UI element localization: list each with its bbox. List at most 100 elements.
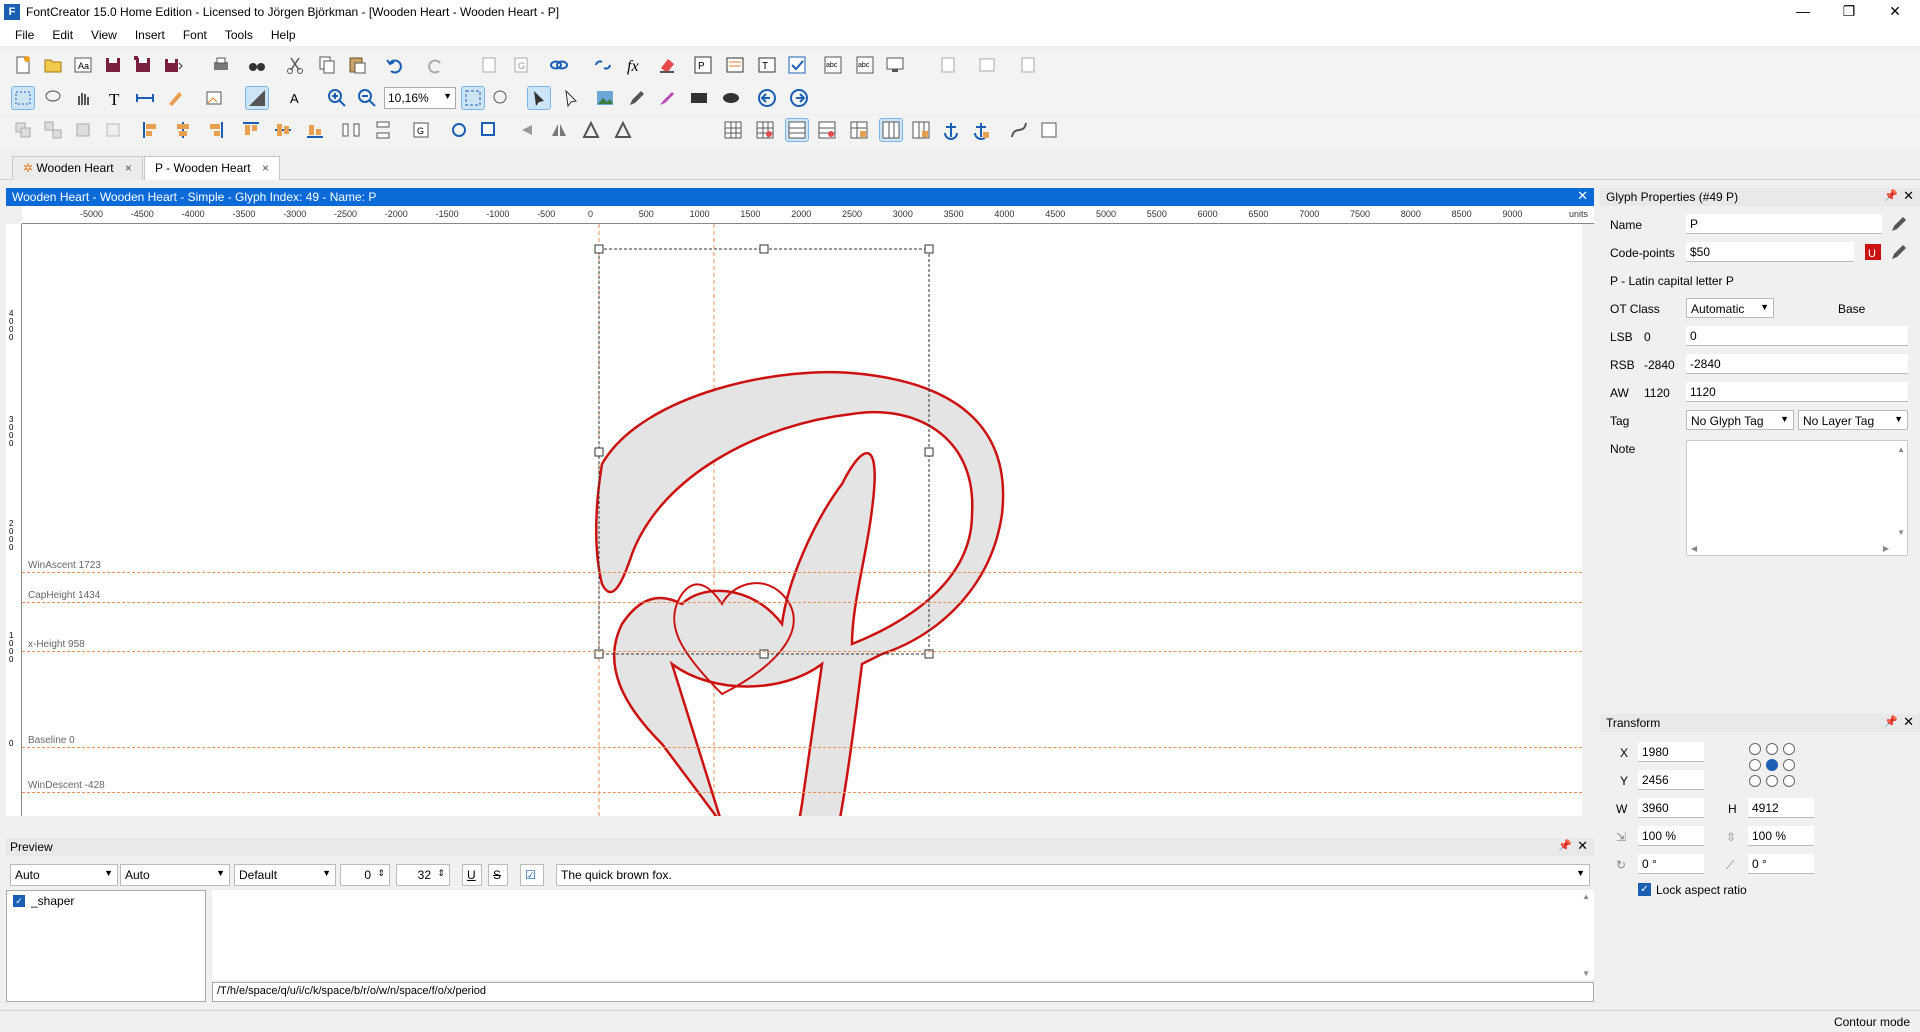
name-field[interactable]: P: [1686, 214, 1882, 234]
function-icon[interactable]: fx: [624, 54, 646, 76]
close-icon[interactable]: ✕: [1577, 188, 1588, 204]
curve-tool-icon[interactable]: [1008, 119, 1030, 141]
close-icon[interactable]: ✕: [1903, 188, 1914, 204]
anchor-lock-icon[interactable]: [970, 119, 992, 141]
grid-icon[interactable]: [722, 119, 744, 141]
zoom-window-icon[interactable]: [490, 87, 512, 109]
glyph-string-field[interactable]: /T/h/e/space/q/u/i/c/k/space/b/r/o/w/n/s…: [212, 982, 1594, 1002]
close-icon[interactable]: ×: [262, 161, 269, 175]
font-style-icon[interactable]: A: [286, 87, 308, 109]
fill-contour-icon[interactable]: [245, 86, 269, 110]
save-icon[interactable]: [102, 54, 124, 76]
zoom-combo[interactable]: 10,16% ▼: [384, 87, 456, 109]
skew-icon[interactable]: [612, 119, 634, 141]
point-list-icon[interactable]: [1038, 119, 1060, 141]
group-icon[interactable]: [12, 119, 34, 141]
lock-aspect-checkbox[interactable]: ✓: [1638, 883, 1651, 896]
unicode-icon[interactable]: U: [1862, 241, 1882, 261]
layer-tag-select[interactable]: No Layer Tag ▼: [1798, 410, 1908, 430]
hand-icon[interactable]: [72, 87, 94, 109]
h-field[interactable]: 4912: [1748, 798, 1814, 818]
close-icon[interactable]: ✕: [1903, 714, 1914, 730]
menu-tools[interactable]: Tools: [222, 26, 256, 44]
zoom-fit-icon[interactable]: [461, 86, 485, 110]
scroll-up-icon[interactable]: ▲: [1582, 892, 1590, 901]
combine-icon[interactable]: [72, 119, 94, 141]
distribute-v-icon[interactable]: [372, 119, 394, 141]
menu-help[interactable]: Help: [268, 26, 299, 44]
edit-codepoint-icon[interactable]: [1888, 241, 1908, 261]
redo-icon[interactable]: [424, 54, 446, 76]
tab-glyph-p[interactable]: P - Wooden Heart ×: [144, 156, 280, 180]
close-icon[interactable]: ✕: [1577, 838, 1588, 854]
break-icon[interactable]: [102, 119, 124, 141]
open-font-icon[interactable]: Aa: [72, 54, 94, 76]
scroll-down-icon[interactable]: ▼: [1582, 969, 1590, 978]
zoom-in-icon[interactable]: [326, 87, 348, 109]
image-tool-icon[interactable]: [204, 87, 226, 109]
scale-x-field[interactable]: 100 %: [1638, 826, 1704, 846]
pin-icon[interactable]: 📌: [1884, 715, 1898, 728]
anchor-icon[interactable]: [940, 119, 962, 141]
lsb-field[interactable]: 0: [1686, 326, 1908, 346]
grid-lock-icon[interactable]: [910, 119, 932, 141]
unlink-icon[interactable]: [592, 54, 614, 76]
menu-view[interactable]: View: [88, 26, 120, 44]
glyph-drawing[interactable]: [22, 224, 1582, 816]
next-glyph-icon[interactable]: [788, 87, 810, 109]
paste-icon[interactable]: [346, 54, 368, 76]
new-window-icon[interactable]: [938, 54, 960, 76]
select-rect-icon[interactable]: [11, 86, 35, 110]
preview-text-field[interactable]: The quick brown fox. ▼: [556, 864, 1590, 886]
glyph-props-icon[interactable]: G: [510, 54, 532, 76]
export-icon[interactable]: [1018, 54, 1040, 76]
open-folder-icon[interactable]: [42, 54, 64, 76]
underline-button[interactable]: U: [462, 864, 482, 886]
align-bottom-icon[interactable]: [304, 119, 326, 141]
lasso-icon[interactable]: [42, 87, 64, 109]
align-left-icon[interactable]: [140, 119, 162, 141]
save-as-icon[interactable]: [132, 54, 154, 76]
flip-left-icon[interactable]: [516, 119, 538, 141]
measure-icon[interactable]: [134, 87, 156, 109]
pin-icon[interactable]: 📌: [1884, 189, 1898, 202]
pen-icon[interactable]: [626, 87, 648, 109]
distribute-h-icon[interactable]: [340, 119, 362, 141]
shaper-checkbox[interactable]: ✓: [13, 895, 25, 907]
note-textarea[interactable]: ▲ ▼ ◀ ▶: [1686, 440, 1908, 556]
close-button[interactable]: ✕: [1872, 0, 1918, 24]
menu-edit[interactable]: Edit: [49, 26, 76, 44]
spacing-stepper[interactable]: 0 ⇕: [340, 864, 390, 886]
show-grid-icon[interactable]: [879, 118, 903, 142]
check-icon[interactable]: [786, 54, 808, 76]
close-icon[interactable]: ×: [125, 161, 132, 175]
minimize-button[interactable]: —: [1780, 0, 1826, 24]
scroll-up-icon[interactable]: ▲: [1897, 445, 1905, 454]
save-all-icon[interactable]: [162, 54, 184, 76]
brush-icon[interactable]: [656, 87, 678, 109]
grid-snap-icon[interactable]: [754, 119, 776, 141]
x-field[interactable]: 1980: [1638, 742, 1704, 762]
undo-icon[interactable]: [384, 54, 406, 76]
codepoints-field[interactable]: $50: [1686, 242, 1854, 262]
eraser-icon[interactable]: [656, 54, 678, 76]
previous-glyph-icon[interactable]: [756, 87, 778, 109]
rotate-icon[interactable]: [448, 119, 470, 141]
flip-v-icon[interactable]: [580, 119, 602, 141]
y-field[interactable]: 2456: [1638, 770, 1704, 790]
copy-icon[interactable]: [316, 54, 338, 76]
print-icon[interactable]: [210, 54, 232, 76]
script-select[interactable]: Auto ▼: [10, 864, 118, 886]
menu-insert[interactable]: Insert: [132, 26, 168, 44]
flip-h-icon[interactable]: [548, 119, 570, 141]
link-icon[interactable]: [548, 54, 570, 76]
rotate-field[interactable]: 0 °: [1638, 854, 1704, 874]
font-overview-icon[interactable]: abc: [822, 54, 844, 76]
skew-field[interactable]: 0 °: [1748, 854, 1814, 874]
align-right-icon[interactable]: [204, 119, 226, 141]
scale-y-field[interactable]: 100 %: [1748, 826, 1814, 846]
new-file-icon[interactable]: [12, 54, 34, 76]
scroll-right-icon[interactable]: ▶: [1883, 544, 1889, 553]
metrics-icon[interactable]: [785, 118, 809, 142]
menu-font[interactable]: Font: [180, 26, 210, 44]
